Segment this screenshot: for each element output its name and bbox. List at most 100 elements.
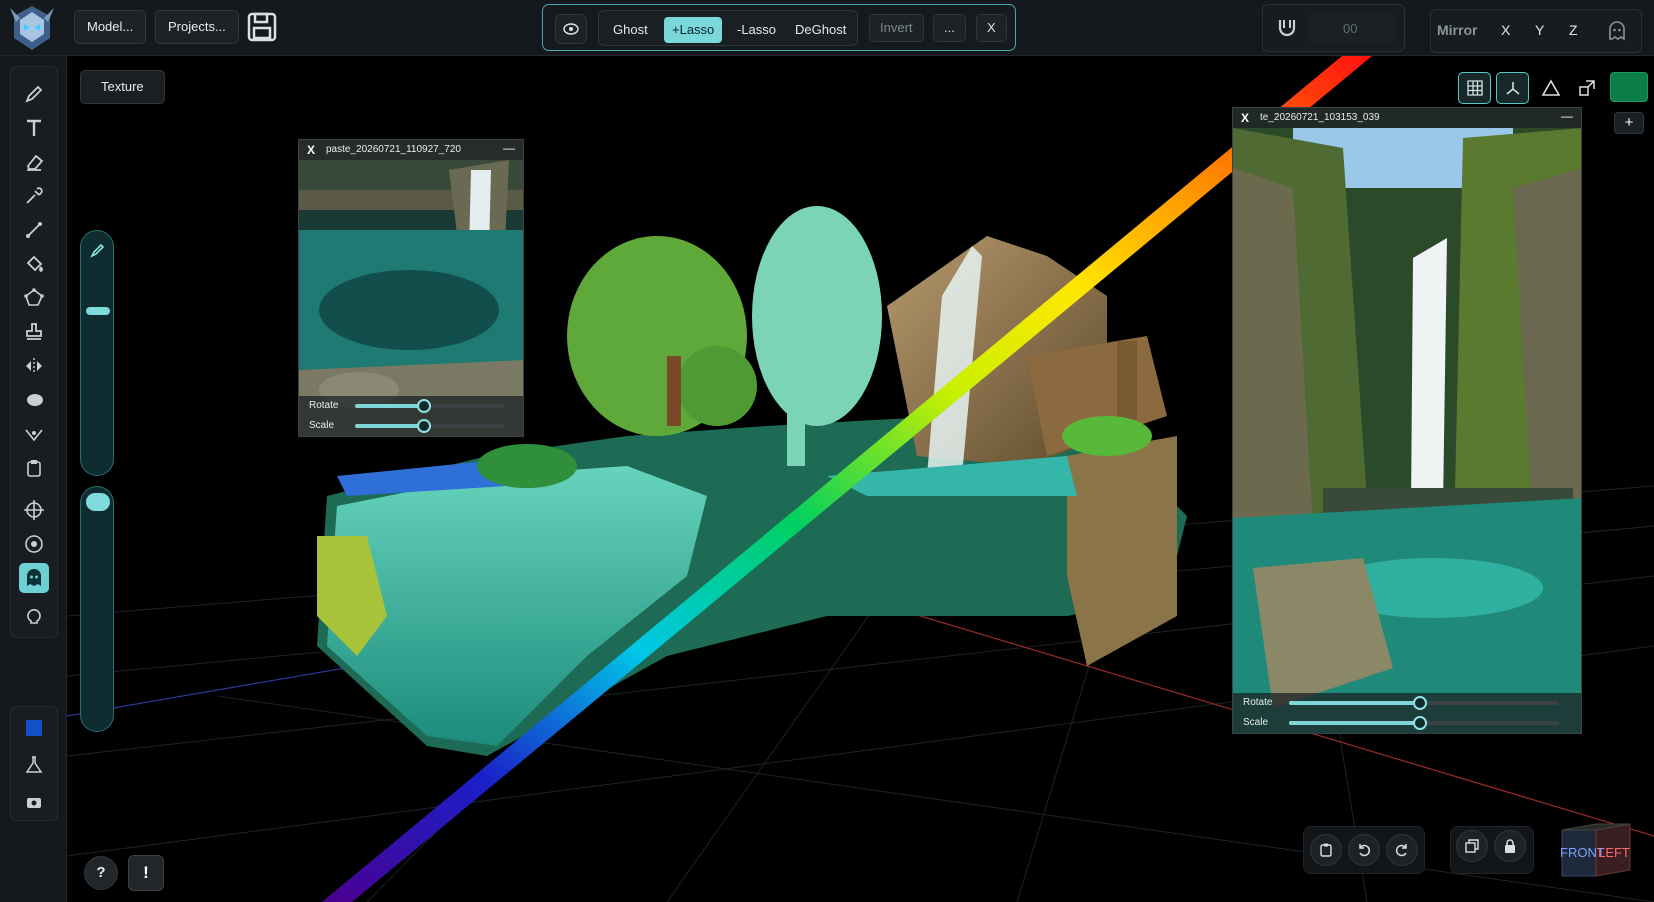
brush-tool[interactable] <box>19 79 49 109</box>
mirror-x-toggle[interactable]: X <box>1501 22 1510 38</box>
mirror-group: Mirror X Y Z <box>1430 9 1642 53</box>
fill-tool[interactable] <box>19 249 49 279</box>
reference-title: paste_20260721_110927_720 <box>326 144 461 155</box>
axes-toggle[interactable] <box>1496 72 1529 104</box>
vertex-icon <box>25 429 43 442</box>
mirror-z-toggle[interactable]: Z <box>1569 22 1578 38</box>
slider-handle[interactable] <box>1413 696 1427 710</box>
redo-icon <box>1395 844 1407 857</box>
save-icon[interactable] <box>246 11 278 43</box>
slider-handle[interactable] <box>417 399 431 413</box>
symmetry-tool[interactable] <box>19 351 49 381</box>
invert-selection-button[interactable]: Invert <box>869 14 924 42</box>
redo-button[interactable] <box>1386 834 1418 866</box>
slider-handle[interactable] <box>1413 716 1427 730</box>
polygon-tool[interactable] <box>19 283 49 313</box>
snap-group: 00 <box>1262 4 1405 52</box>
projects-menu-button[interactable]: Projects... <box>155 10 239 44</box>
smudge-tool[interactable] <box>19 385 49 415</box>
rotate-slider[interactable] <box>1289 696 1559 710</box>
mirror-icon <box>26 358 42 374</box>
help-button[interactable]: ? <box>84 856 118 890</box>
slider-handle[interactable] <box>417 419 431 433</box>
reference-minimize-button[interactable]: — <box>1561 108 1573 126</box>
undo-icon <box>1359 844 1371 857</box>
subtract-lasso-button[interactable]: -Lasso <box>729 17 784 43</box>
model-menu-button[interactable]: Model... <box>74 10 147 44</box>
crosshair-icon <box>24 500 44 520</box>
ghost-mode-button[interactable]: Ghost <box>605 17 656 43</box>
line-tool[interactable] <box>19 215 49 245</box>
undo-button[interactable] <box>1348 834 1380 866</box>
primary-color-swatch[interactable] <box>19 713 49 743</box>
active-color-swatch[interactable] <box>1610 72 1648 102</box>
view-cube[interactable]: FRONT LEFT <box>1558 822 1634 878</box>
transform-toggle[interactable] <box>1570 72 1603 104</box>
reference-minimize-button[interactable]: — <box>503 140 515 158</box>
flask-tool[interactable] <box>19 750 49 780</box>
reference-close-button[interactable]: X <box>307 140 315 160</box>
more-options-button[interactable]: ... <box>933 14 966 42</box>
add-reference-button[interactable]: + <box>1614 112 1644 134</box>
slider-handle[interactable] <box>86 493 110 511</box>
wireframe-toggle[interactable] <box>1534 72 1567 104</box>
deghost-button[interactable]: DeGhost <box>787 17 854 43</box>
reference-title: te_20260721_103153_039 <box>1260 112 1380 123</box>
opacity-slider[interactable] <box>80 486 114 732</box>
snap-value-input[interactable]: 00 <box>1309 13 1395 45</box>
brush-icon <box>25 85 43 103</box>
visibility-toggle[interactable] <box>555 14 587 44</box>
clipboard-button[interactable] <box>1310 834 1342 866</box>
alert-button[interactable]: ! <box>128 855 164 891</box>
brush-size-slider[interactable] <box>80 230 114 476</box>
camera-tool[interactable] <box>19 787 49 817</box>
rotate-slider[interactable] <box>355 399 505 413</box>
reference-title-bar[interactable]: X paste_20260721_110927_720 — <box>299 140 523 160</box>
stamp-tool[interactable] <box>19 317 49 347</box>
resize-icon <box>1578 80 1595 96</box>
reference-panel-left[interactable]: X paste_20260721_110927_720 — Rotate Sca… <box>298 139 524 437</box>
eraser-tool[interactable] <box>19 147 49 177</box>
reference-title-bar[interactable]: X te_20260721_103153_039 — <box>1233 108 1581 128</box>
target-tool[interactable] <box>19 529 49 559</box>
rotate-row: Rotate <box>299 396 523 416</box>
light-tool[interactable] <box>19 601 49 631</box>
layers-icon <box>1465 839 1479 853</box>
slider-handle[interactable] <box>86 307 110 315</box>
rotate-label: Rotate <box>1243 697 1273 708</box>
stamp-icon <box>26 323 42 340</box>
scale-slider[interactable] <box>355 419 505 433</box>
lock-button[interactable] <box>1494 830 1526 862</box>
tool-palette <box>10 66 58 638</box>
clipboard-icon <box>27 460 41 477</box>
eyedropper-tool[interactable] <box>19 181 49 211</box>
clipboard-tool[interactable] <box>19 453 49 483</box>
scale-slider[interactable] <box>1289 716 1559 730</box>
triangle-icon <box>1541 79 1560 96</box>
line-icon <box>26 222 42 238</box>
scale-row: Scale <box>1233 713 1581 733</box>
texture-button[interactable]: Texture <box>80 70 165 104</box>
cube-left-face[interactable]: LEFT <box>1596 830 1632 876</box>
lock-icon <box>1505 839 1515 853</box>
crosshair-tool[interactable] <box>19 495 49 525</box>
ghost-tool[interactable] <box>19 563 49 593</box>
ghost-icon[interactable] <box>1607 21 1627 41</box>
text-tool[interactable] <box>19 113 49 143</box>
polygon-icon <box>24 288 44 306</box>
secondary-palette <box>10 706 58 821</box>
color-square-icon <box>26 720 42 736</box>
vertex-tool[interactable] <box>19 419 49 449</box>
reference-panel-right[interactable]: X te_20260721_103153_039 — Rotate Scale <box>1232 107 1582 734</box>
close-selection-button[interactable]: X <box>976 14 1007 42</box>
add-lasso-button[interactable]: +Lasso <box>664 17 723 43</box>
grid-toggle[interactable] <box>1458 72 1491 104</box>
mirror-label: Mirror <box>1437 22 1478 38</box>
cube-front-face[interactable]: FRONT <box>1560 830 1605 876</box>
magnet-icon[interactable] <box>1275 16 1299 40</box>
reference-close-button[interactable]: X <box>1241 108 1249 128</box>
layers-button[interactable] <box>1456 830 1488 862</box>
paint-bucket-icon <box>26 255 43 273</box>
reference-image <box>1233 108 1581 733</box>
mirror-y-toggle[interactable]: Y <box>1535 22 1544 38</box>
